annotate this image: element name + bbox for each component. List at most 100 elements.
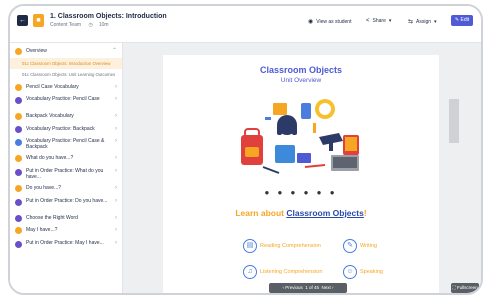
sidebar-item[interactable]: What do you have...? ›	[10, 152, 122, 165]
fullscreen-button[interactable]: ⛶ Fullscreen	[451, 283, 479, 293]
prev-button[interactable]: ‹ Previous	[282, 285, 302, 290]
learn-heading: Learn about Classroom Objects!	[163, 208, 439, 218]
side-panel-tab[interactable]	[449, 99, 459, 143]
view-as-student-label: View as student	[316, 18, 352, 25]
view-as-student-button[interactable]: ◉ View as student	[308, 18, 352, 26]
pencil-icon: ✎	[454, 17, 460, 23]
lesson-type-icon	[15, 113, 22, 121]
chevron-right-icon: ›	[115, 113, 117, 120]
sidebar-item[interactable]: Vocabulary Practice: Pencil Case ›	[10, 93, 122, 110]
fullscreen-label: Fullscreen	[456, 285, 478, 290]
sidebar-item-label: Put in Order Practice: Do you have...	[26, 197, 108, 204]
sidebar-item[interactable]: Choose the Right Word ›	[10, 212, 122, 225]
learn-link[interactable]: Classroom Objects	[286, 208, 363, 218]
slide-title: Classroom Objects	[259, 65, 343, 75]
sidebar-item-label: Vocabulary Practice: Pencil Case & Backp…	[26, 138, 105, 151]
sidebar-item-label: Choose the Right Word	[26, 214, 78, 221]
sidebar-list: Pencil Case Vocabulary › Vocabulary Practi…	[10, 81, 122, 254]
sidebar-item-label: What do you have...?	[26, 155, 74, 162]
slide: Classroom Objects Unit Overview ● ● ● ● …	[163, 55, 439, 293]
sidebar-item[interactable]: Put in Order Practice: May I have... ›	[10, 237, 122, 254]
chevron-right-icon: ›	[115, 167, 117, 174]
chevron-right-icon: ›	[115, 214, 117, 221]
feature-reading: ▤ Reading Comprehension	[243, 239, 321, 253]
lesson-type-icon	[15, 139, 22, 147]
top-bar: ← ■ 1. Classroom Objects: Introduction C…	[10, 6, 481, 43]
lesson-type-icon	[15, 125, 22, 133]
share-icon: <	[366, 18, 370, 24]
app-frame: ← ■ 1. Classroom Objects: Introduction C…	[8, 4, 483, 295]
back-icon[interactable]: ←	[17, 15, 28, 26]
speech-icon: ☺	[343, 265, 357, 279]
assign-button[interactable]: ⇆ Assign ▾	[408, 18, 437, 26]
assign-icon: ⇆	[408, 19, 414, 25]
eye-icon: ◉	[308, 19, 314, 25]
feature-speaking: ☺ Speaking	[343, 265, 383, 279]
next-button[interactable]: Next ›	[322, 285, 334, 290]
sidebar-item-label: Overview	[26, 48, 47, 54]
lesson-type-icon	[15, 155, 22, 163]
headphones-icon: ♫	[243, 265, 257, 279]
clock-icon: ◷	[88, 22, 93, 28]
lesson-type-icon	[15, 198, 22, 206]
sidebar-item[interactable]: Backpack Vocabulary ›	[10, 110, 122, 123]
slide-pager: ‹ Previous 1 of 45 Next ›	[269, 283, 347, 293]
sidebar-item-label: Do you have...?	[26, 184, 62, 191]
classroom-objects-illustration	[241, 99, 359, 174]
learn-prefix: Learn about	[235, 208, 287, 218]
chevron-right-icon: ›	[115, 197, 117, 204]
sidebar-item-label: Vocabulary Practice: Backpack	[26, 125, 95, 132]
sidebar-subitem-outcomes[interactable]: 01c Classroom Objects: Unit Learning Out…	[10, 69, 122, 81]
sidebar-item-label: May I have...?	[26, 227, 58, 234]
sidebar-subitem-overview[interactable]: 01c Classroom Objects: Introduction Over…	[10, 57, 122, 70]
share-label: Share	[372, 18, 386, 24]
feature-label: Reading Comprehension	[260, 243, 321, 249]
chevron-right-icon: ›	[115, 96, 117, 103]
book-icon: ▤	[243, 239, 257, 253]
sidebar-item[interactable]: Do you have...? ›	[10, 182, 122, 195]
assign-label: Assign	[416, 18, 432, 25]
lesson-type-icon	[15, 97, 22, 105]
chevron-down-icon: ▾	[388, 18, 392, 24]
feature-listening: ♫ Listening Comprehension	[243, 265, 322, 279]
sidebar-item[interactable]: May I have...? ›	[10, 224, 122, 237]
lesson-type-icon	[15, 214, 22, 222]
prev-label: Previous	[285, 285, 303, 290]
lesson-type-icon	[15, 184, 22, 192]
next-label: Next	[321, 285, 331, 290]
carousel-dots[interactable]: ● ● ● ● ● ●	[163, 188, 439, 197]
page-meta: Content Team ◷ 10m	[50, 22, 115, 28]
sidebar-item-label: Put in Order Practice: What do you have.…	[26, 167, 104, 180]
sidebar-item[interactable]: Vocabulary Practice: Backpack ›	[10, 123, 122, 136]
edit-label: Edit	[460, 17, 470, 23]
share-button[interactable]: < Share ▾	[366, 18, 391, 24]
meta-team: Content Team	[50, 22, 82, 28]
meta-time: 10m	[98, 22, 109, 28]
lesson-type-icon	[15, 240, 22, 248]
chevron-down-icon: ▾	[434, 18, 437, 25]
sidebar-item[interactable]: Pencil Case Vocabulary ›	[10, 81, 122, 94]
section-icon	[15, 48, 22, 55]
sidebar-item[interactable]: Put in Order Practice: What do you have.…	[10, 165, 122, 182]
chevron-right-icon: ›	[115, 125, 117, 132]
lesson-type-icon	[15, 168, 22, 176]
sidebar-item-label: Vocabulary Practice: Pencil Case	[26, 96, 100, 103]
lesson-icon: ■	[33, 14, 44, 27]
sidebar-item-label: Pencil Case Vocabulary	[26, 83, 79, 90]
chevron-right-icon: ›	[115, 184, 117, 191]
feature-label: Speaking	[360, 269, 383, 275]
page-count: 1 of 45	[305, 285, 319, 290]
chevron-right-icon: ›	[115, 227, 117, 234]
chevron-right-icon: ›	[115, 155, 117, 162]
sidebar-item-overview[interactable]: Overview ⌃	[10, 45, 122, 58]
chevron-right-icon: ›	[115, 239, 117, 246]
page-title: 1. Classroom Objects: Introduction	[50, 13, 167, 20]
sidebar-item[interactable]: Vocabulary Practice: Pencil Case & Backp…	[10, 135, 122, 152]
fullscreen-icon: ⛶	[452, 285, 456, 290]
edit-button[interactable]: ✎ Edit	[451, 15, 473, 26]
feature-writing: ✎ Writing	[343, 239, 377, 253]
sidebar-item-label: Put in Order Practice: May I have...	[26, 239, 104, 246]
sidebar: Overview ⌃ 01c Classroom Objects: Introd…	[10, 43, 123, 293]
sidebar-item[interactable]: Put in Order Practice: Do you have... ›	[10, 195, 122, 212]
feature-label: Listening Comprehension	[260, 269, 323, 275]
